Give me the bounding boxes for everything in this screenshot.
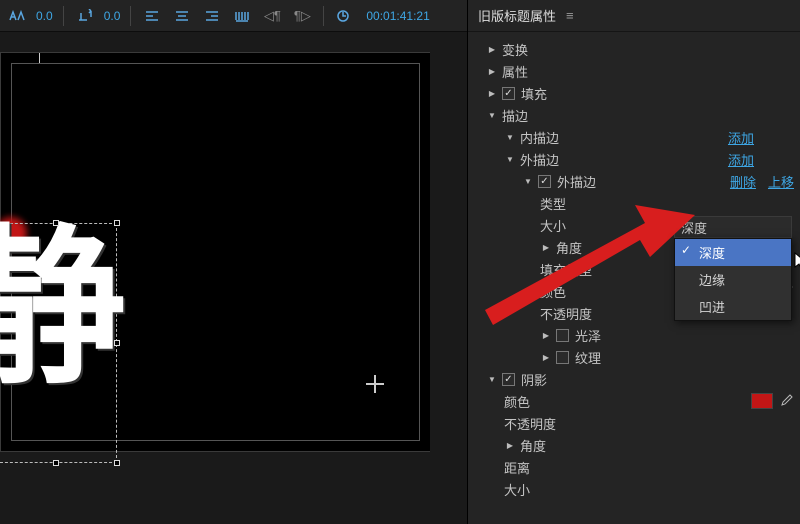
preview-area: 静 <box>0 32 467 524</box>
prop-shadow-color: 颜色 <box>468 390 800 412</box>
sheen-checkbox[interactable] <box>556 329 569 342</box>
resize-handle[interactable] <box>53 460 59 466</box>
twirl-icon[interactable] <box>486 43 498 55</box>
fill-checkbox[interactable] <box>502 87 515 100</box>
show-video-icon[interactable]: ◁¶ <box>261 5 283 27</box>
move-up-stroke-link[interactable]: 上移 <box>768 172 794 191</box>
kerning-icon[interactable] <box>6 5 28 27</box>
twirl-icon[interactable] <box>486 373 498 385</box>
twirl-icon[interactable] <box>486 87 498 99</box>
twirl-icon[interactable] <box>486 65 498 77</box>
twirl-icon[interactable] <box>522 175 534 187</box>
center-marker <box>366 375 384 393</box>
prop-texture[interactable]: 纹理 <box>468 346 800 368</box>
group-transform[interactable]: 变换 <box>468 38 800 60</box>
prop-shadow-size: 大小 <box>468 478 800 500</box>
separator <box>63 6 64 26</box>
panel-title-bar: 旧版标题属性 ≡ <box>468 0 800 32</box>
twirl-icon[interactable] <box>504 131 516 143</box>
title-text[interactable]: 静 <box>0 224 116 394</box>
twirl-icon[interactable] <box>540 241 552 253</box>
eyedropper-icon[interactable] <box>778 393 794 409</box>
twirl-icon[interactable] <box>504 439 516 451</box>
properties-panel: 旧版标题属性 ≡ 变换 属性 填充 描边 内描边 <box>468 0 800 524</box>
align-right-icon[interactable] <box>201 5 223 27</box>
group-inner-stroke[interactable]: 内描边 添加 <box>468 126 800 148</box>
group-outer-stroke[interactable]: 外描边 添加 <box>468 148 800 170</box>
title-toolbar: 0.0 0.0 ◁¶ ¶▷ 00:01:41:21 <box>0 0 467 32</box>
group-shadow[interactable]: 阴影 <box>468 368 800 390</box>
type-dropdown[interactable]: 深度 <box>674 216 792 238</box>
type-dropdown-value: 深度 <box>681 218 707 237</box>
resize-handle[interactable] <box>114 220 120 226</box>
align-left-icon[interactable] <box>141 5 163 27</box>
check-icon: ✓ <box>681 243 691 257</box>
twirl-icon[interactable] <box>540 351 552 363</box>
delete-stroke-link[interactable]: 删除 <box>730 172 756 191</box>
timecode-value[interactable]: 00:01:41:21 <box>366 9 429 23</box>
baseline-value[interactable]: 0.0 <box>104 9 121 23</box>
panel-menu-icon[interactable]: ≡ <box>566 8 574 23</box>
panel-title: 旧版标题属性 <box>478 6 556 25</box>
type-option-edge[interactable]: 边缘 <box>675 266 791 293</box>
prop-type: 类型 <box>468 192 800 214</box>
type-option-depth[interactable]: ✓ 深度 <box>675 239 791 266</box>
shadow-color-swatch[interactable] <box>752 394 772 408</box>
prop-shadow-distance: 距离 <box>468 456 800 478</box>
add-outer-stroke-link[interactable]: 添加 <box>728 150 754 169</box>
resize-handle[interactable] <box>53 220 59 226</box>
timecode-icon[interactable] <box>334 5 356 27</box>
prop-sheen[interactable]: 光泽 <box>468 324 800 346</box>
outer-stroke-item[interactable]: 外描边 删除 上移 <box>468 170 800 192</box>
separator <box>323 6 324 26</box>
title-canvas[interactable]: 静 <box>0 52 430 452</box>
add-inner-stroke-link[interactable]: 添加 <box>728 128 754 147</box>
preview-panel: 0.0 0.0 ◁¶ ¶▷ 00:01:41:21 <box>0 0 468 524</box>
outer-stroke-checkbox[interactable] <box>538 175 551 188</box>
show-video2-icon[interactable]: ¶▷ <box>291 5 313 27</box>
group-stroke[interactable]: 描边 <box>468 104 800 126</box>
baseline-icon[interactable] <box>74 5 96 27</box>
twirl-icon[interactable] <box>486 109 498 121</box>
resize-handle[interactable] <box>114 340 120 346</box>
ruler-tick <box>39 53 40 63</box>
twirl-icon[interactable] <box>504 153 516 165</box>
shadow-checkbox[interactable] <box>502 373 515 386</box>
text-selection-box[interactable]: 静 <box>0 223 117 463</box>
twirl-icon[interactable] <box>540 329 552 341</box>
type-dropdown-menu[interactable]: ✓ 深度 边缘 凹进 <box>674 238 792 321</box>
align-center-icon[interactable] <box>171 5 193 27</box>
texture-checkbox[interactable] <box>556 351 569 364</box>
prop-shadow-angle[interactable]: 角度 <box>468 434 800 456</box>
panel-body: 变换 属性 填充 描边 内描边 添加 <box>468 32 800 524</box>
group-fill[interactable]: 填充 <box>468 82 800 104</box>
tab-icon[interactable] <box>231 5 253 27</box>
kerning-value[interactable]: 0.0 <box>36 9 53 23</box>
type-option-inset[interactable]: 凹进 <box>675 293 791 320</box>
prop-shadow-opacity: 不透明度 <box>468 412 800 434</box>
separator <box>130 6 131 26</box>
resize-handle[interactable] <box>114 460 120 466</box>
group-properties[interactable]: 属性 <box>468 60 800 82</box>
